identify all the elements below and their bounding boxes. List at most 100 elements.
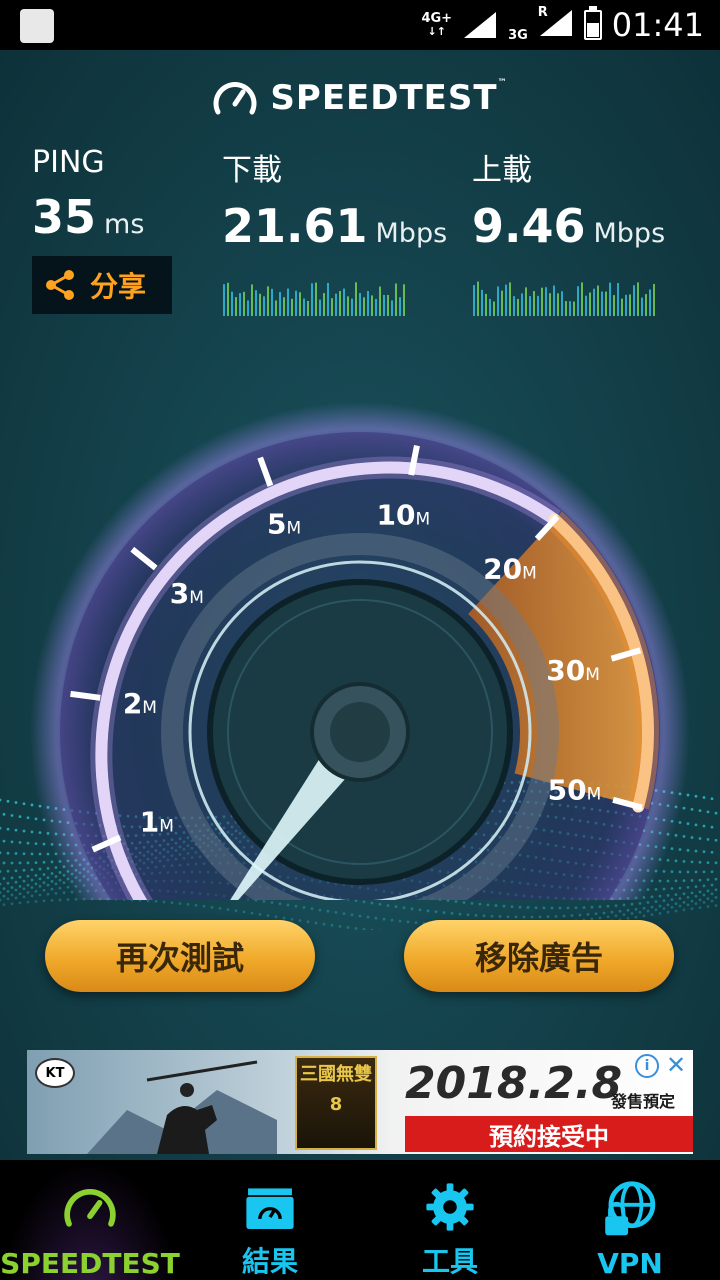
status-bar: 4G+ ↓↑ 3G R 01:41: [0, 0, 720, 50]
speedtest-logo: SPEEDTEST™: [0, 78, 720, 118]
wave-dot: [282, 916, 286, 920]
wave-dot: [658, 912, 662, 915]
wave-dot: [502, 904, 506, 908]
network-4g-indicator: 4G+ ↓↑: [421, 12, 452, 38]
wave-dot: [474, 913, 478, 917]
wave-dot: [458, 912, 462, 916]
wave-dot: [510, 905, 514, 909]
wave-dot: [350, 913, 354, 917]
wave-dot: [310, 907, 314, 911]
wave-dot: [714, 904, 718, 907]
wave-dot: [314, 921, 318, 925]
wave-dot: [698, 906, 702, 910]
wave-dot: [370, 928, 374, 930]
wave-dot: [650, 913, 654, 917]
retest-button[interactable]: 再次測試: [45, 920, 315, 992]
wave-dot: [666, 910, 670, 914]
wave-dot: [286, 903, 290, 907]
wave-dot: [10, 902, 14, 906]
wave-dot: [594, 912, 598, 916]
ad-banner[interactable]: KT 三國無雙8 2018.2.8 發售預定 預約接受中 i ✕: [27, 1050, 693, 1154]
upload-sparkline: [473, 281, 655, 316]
tab-tools[interactable]: 工具: [360, 1160, 540, 1280]
wave-dot: [626, 908, 630, 912]
close-icon[interactable]: ✕: [663, 1051, 689, 1079]
wave-dot: [414, 921, 418, 925]
wave-dot: [402, 906, 406, 910]
wave-dot: [418, 908, 422, 912]
wave-dot: [346, 926, 350, 929]
wave-dot: [250, 911, 254, 915]
wave-dot: [690, 907, 694, 911]
wave-dot: [326, 909, 330, 913]
network-type-label: 4G+: [421, 11, 453, 26]
wave-dot: [278, 902, 282, 906]
speedtest-screen: SPEEDTEST™ PING 35 ms 下載 21.61 Mbps 上載 9.4…: [0, 50, 720, 1160]
wave-dot: [550, 906, 554, 910]
wave-dot: [322, 922, 326, 926]
wave-dot: [390, 918, 394, 922]
ad-release-tag: 發售預定: [611, 1092, 676, 1111]
wave-dot: [650, 905, 654, 909]
wave-dot: [666, 903, 670, 907]
wave-dot: [702, 900, 706, 904]
wave-dot: [434, 910, 438, 914]
roaming-label: R: [537, 5, 548, 20]
ping-label: PING: [32, 145, 105, 180]
ad-preorder-banner: 預約接受中: [405, 1116, 693, 1152]
wave-dot: [186, 902, 190, 906]
tab-tools-label: 工具: [421, 1245, 478, 1278]
signal-strength-icon: [464, 12, 497, 38]
wave-dot: [454, 900, 458, 903]
wave-dot: [590, 905, 594, 909]
wave-dot: [442, 911, 446, 915]
wave-dot: [226, 908, 230, 911]
wave-dot: [622, 903, 626, 907]
tab-results[interactable]: 結果: [180, 1160, 360, 1280]
wave-dot: [662, 907, 666, 910]
wave-dot: [334, 911, 338, 914]
bottom-navigation: SPEEDTEST 結果 工具 VPN: [0, 1160, 720, 1280]
wave-dot: [630, 912, 634, 915]
wave-dot: [370, 901, 374, 905]
share-label: 分享: [90, 270, 147, 303]
tab-speedtest-label: SPEEDTEST: [0, 1247, 180, 1280]
tab-vpn[interactable]: VPN: [540, 1160, 720, 1280]
wave-dot: [586, 913, 590, 916]
logo-text: SPEEDTEST™: [270, 78, 508, 118]
wave-dot: [342, 912, 346, 916]
wave-dot: [34, 900, 38, 903]
remove-ads-button[interactable]: 移除廣告: [404, 920, 674, 992]
wave-dot: [562, 914, 566, 918]
wave-dot: [682, 908, 686, 912]
upload-result: 上載 9.46 Mbps: [472, 145, 665, 253]
speed-gauge: 01M2M3M5M10M20M30M50M: [30, 402, 690, 900]
wave-dot: [406, 920, 410, 924]
results-folder-icon: [246, 1188, 294, 1229]
wave-dot: [262, 899, 266, 903]
wave-dot: [482, 914, 486, 918]
wave-dot: [574, 906, 578, 910]
wave-dot: [518, 905, 522, 909]
wave-dot: [194, 903, 198, 907]
wave-dot: [674, 902, 678, 906]
wave-dot: [394, 905, 398, 909]
wave-dot: [618, 909, 622, 913]
wave-dot: [330, 923, 334, 927]
tab-speedtest[interactable]: SPEEDTEST: [0, 1160, 180, 1280]
info-icon[interactable]: i: [635, 1054, 659, 1078]
wave-dot: [242, 910, 246, 914]
wave-dot: [362, 900, 366, 904]
wave-dot: [654, 900, 658, 903]
wave-dot: [614, 904, 618, 908]
wave-dot: [18, 901, 22, 905]
share-button[interactable]: 分享: [32, 256, 172, 314]
wave-dot: [374, 916, 378, 920]
download-sparkline: [223, 282, 405, 316]
wave-dot: [486, 903, 490, 907]
ping-unit: ms: [104, 209, 145, 240]
tab-results-label: 結果: [241, 1245, 298, 1278]
wave-dot: [170, 901, 174, 905]
wave-dot: [302, 906, 306, 909]
wave-dot: [706, 905, 710, 908]
